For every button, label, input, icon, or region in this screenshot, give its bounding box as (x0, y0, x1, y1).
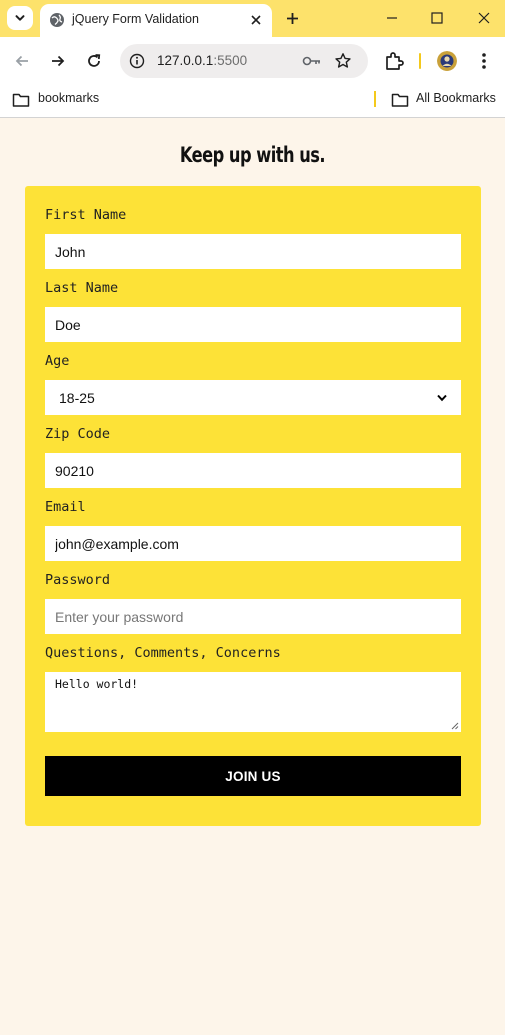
url-text: 127.0.0.1:5500 (157, 53, 247, 68)
maximize-button[interactable] (427, 8, 447, 28)
last-name-input[interactable] (45, 307, 461, 342)
first-name-label: First Name (45, 207, 127, 223)
chevron-down-icon (437, 394, 447, 401)
browser-toolbar: 127.0.0.1:5500 (0, 37, 505, 84)
folder-icon (12, 93, 30, 107)
url-port: :5500 (213, 53, 248, 68)
zip-code-input[interactable] (45, 453, 461, 488)
email-input[interactable] (45, 526, 461, 561)
avatar-image (437, 51, 457, 71)
back-button[interactable] (10, 49, 34, 73)
join-us-button[interactable]: JOIN US (45, 756, 461, 796)
tab-search-button[interactable] (7, 6, 33, 30)
resize-handle-icon[interactable] (451, 722, 459, 730)
toolbar-divider (419, 53, 421, 69)
close-icon (478, 12, 490, 24)
new-tab-button[interactable] (282, 8, 302, 28)
globe-icon (50, 13, 64, 27)
password-input[interactable] (45, 599, 461, 634)
comments-label: Questions, Comments, Concerns (45, 645, 281, 661)
site-info-icon[interactable] (129, 53, 145, 69)
url-host: 127.0.0.1 (157, 53, 214, 68)
star-icon[interactable] (334, 52, 352, 70)
close-window-button[interactable] (474, 8, 494, 28)
extensions-icon[interactable] (383, 50, 405, 72)
arrow-left-icon (15, 55, 28, 67)
age-selected-value: 18-25 (59, 389, 95, 406)
maximize-icon (431, 12, 443, 24)
last-name-label: Last Name (45, 280, 119, 296)
page-title: Keep up with us. (179, 143, 326, 167)
minimize-icon (387, 17, 397, 19)
active-tab[interactable]: jQuery Form Validation (40, 4, 272, 37)
tab-strip: jQuery Form Validation (0, 0, 505, 37)
key-icon[interactable] (302, 53, 322, 69)
profile-avatar[interactable] (437, 51, 457, 71)
arrow-right-icon (52, 55, 65, 67)
bookmark-folder-bookmarks[interactable]: bookmarks (38, 91, 99, 105)
address-bar[interactable]: 127.0.0.1:5500 (120, 44, 368, 78)
folder-icon (391, 93, 409, 107)
reload-icon (88, 54, 101, 67)
age-label: Age (45, 353, 70, 369)
first-name-input[interactable] (45, 234, 461, 269)
bookmarks-separator (374, 91, 376, 107)
email-label: Email (45, 499, 86, 515)
age-select[interactable]: 18-25 (45, 380, 461, 415)
minimize-button[interactable] (382, 8, 402, 28)
bookmarks-bar: bookmarks All Bookmarks (0, 84, 505, 118)
password-label: Password (45, 572, 111, 588)
reload-button[interactable] (82, 49, 106, 73)
plus-icon (286, 12, 298, 24)
close-tab-icon[interactable] (248, 12, 264, 28)
comments-textarea[interactable]: Hello world! (45, 672, 461, 732)
signup-form: First Name Last Name Age 18-25 Zip Code … (25, 186, 481, 826)
all-bookmarks-button[interactable]: All Bookmarks (416, 91, 496, 105)
zip-code-label: Zip Code (45, 426, 111, 442)
comments-wrapper: Hello world! (45, 672, 461, 732)
forward-button[interactable] (46, 49, 70, 73)
more-menu-icon[interactable] (478, 50, 490, 72)
tab-title: jQuery Form Validation (72, 12, 199, 26)
chevron-down-icon (15, 15, 25, 21)
